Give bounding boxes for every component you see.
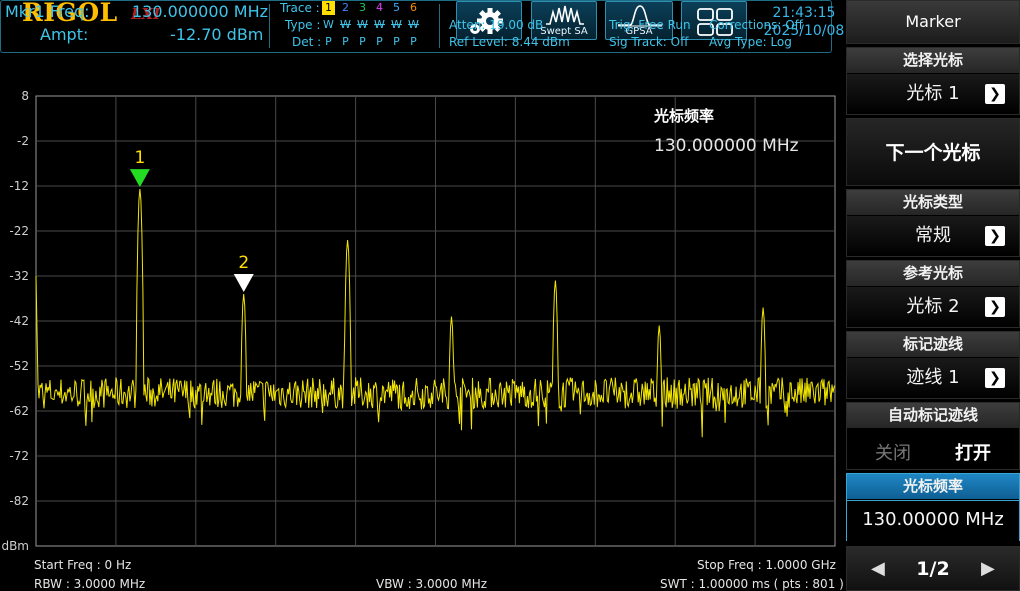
auto-marker-trace-toggle[interactable]: 自动标记迹线 关闭 打开 (846, 402, 1020, 470)
y-tick-label: -82 (9, 494, 29, 508)
marker-1-label: 1 (134, 148, 145, 168)
marker-trace-menu[interactable]: 标记迹线 迹线 1 ❯ (846, 331, 1020, 399)
auto-marker-trace-title: 自动标记迹线 (847, 403, 1019, 428)
y-unit-label: dBm (1, 539, 29, 553)
next-marker-label: 下一个光标 (885, 142, 981, 164)
select-marker-title: 选择光标 (847, 48, 1019, 73)
menu-title: Marker (846, 0, 1020, 44)
trace-5-number: 5 (393, 1, 400, 14)
rbw: RBW : 3.0000 MHz (34, 577, 146, 591)
page-next-icon[interactable]: ▶ (981, 558, 995, 579)
trace-1-detector: P (325, 35, 332, 48)
trace-6-detector: P (410, 35, 417, 48)
marker-ampt-value: -12.70 dBm (170, 25, 264, 44)
marker-type-menu[interactable]: 光标类型 常规 ❯ (846, 189, 1020, 257)
sweep-time: SWT : 1.00000 ms ( pts : 801 ) (660, 577, 844, 591)
marker-2-label: 2 (238, 253, 249, 273)
y-tick-label: -62 (9, 404, 29, 418)
toggle-off-option[interactable]: 关闭 (875, 439, 911, 465)
y-tick-label: 8 (21, 89, 29, 103)
marker-freq-input[interactable]: 130.00000 MHz (847, 500, 1019, 541)
marker-ampt-label: Ampt: (40, 25, 89, 44)
marker-readout-value: 130.000000 MHz (654, 136, 799, 156)
spectrum-plot[interactable]: 8 -2 -12 -22 -32 -42 -52 -62 -72 -82 dBm 1 2 光标频率 130.… (0, 88, 840, 558)
trace-2-type: W (340, 18, 351, 31)
marker-freq-title: 光标频率 (847, 474, 1019, 499)
trace-label: Trace : (280, 1, 320, 15)
spectrum-chart[interactable]: 8 -2 -12 -22 -32 -42 -52 -62 -72 -82 dBm 1 2 光标频率 130.… (0, 88, 840, 558)
det-label: Det : (292, 35, 322, 49)
trace-4-number: 4 (376, 1, 383, 14)
vbw: VBW : 3.0000 MHz (376, 577, 488, 591)
y-tick-label: -2 (17, 134, 29, 148)
y-tick-label: -32 (9, 269, 29, 283)
signal-track: Sig Track: Off (609, 35, 689, 49)
trace-3-number: 3 (359, 1, 366, 14)
next-marker-button[interactable]: 下一个光标 (846, 118, 1020, 186)
y-tick-label: -42 (9, 314, 29, 328)
reference-marker-title: 参考光标 (847, 261, 1019, 286)
toggle-on-option[interactable]: 打开 (955, 439, 991, 465)
trace-6-number: 6 (410, 1, 417, 14)
marker-freq-value: 130.000000 MHz (132, 2, 269, 21)
chevron-right-icon[interactable]: ❯ (985, 297, 1005, 317)
trace-table: 1WP2WP3WP4WP5WP6WP (322, 0, 422, 52)
trace-3-type: W (357, 18, 368, 31)
atten: Atten: 19.00 dB (449, 18, 544, 32)
marker-type-title: 光标类型 (847, 190, 1019, 215)
chevron-right-icon[interactable]: ❯ (985, 226, 1005, 246)
trace-2-detector: P (342, 35, 349, 48)
trigger-mode: Trig: Free Run (609, 18, 691, 32)
corrections: Corrections: Off (709, 18, 803, 32)
chevron-right-icon[interactable]: ❯ (985, 368, 1005, 388)
marker-menu-panel: Marker 选择光标 光标 1 ❯ 下一个光标 光标类型 常规 ❯ 参考光标 … (846, 0, 1020, 591)
y-tick-label: -52 (9, 359, 29, 373)
trace-2-number: 2 (342, 1, 349, 14)
trace-1-type: W (323, 18, 334, 31)
trace-4-detector: P (376, 35, 383, 48)
marker-trace-title: 标记迹线 (847, 332, 1019, 357)
start-freq: Start Freq : 0 Hz (34, 558, 132, 572)
marker-readout-title: 光标频率 (653, 107, 714, 125)
page-nav: ◀ 1/2 ▶ (846, 546, 1020, 591)
select-marker-menu[interactable]: 选择光标 光标 1 ❯ (846, 47, 1020, 115)
y-tick-label: -22 (9, 224, 29, 238)
avg-type: Avg Type: Log (709, 35, 792, 49)
chevron-right-icon[interactable]: ❯ (985, 84, 1005, 104)
marker-freq-label: Mkr1 Freq: (5, 2, 90, 21)
y-tick-label: -72 (9, 449, 29, 463)
stop-freq: Stop Freq : 1.0000 GHz (697, 558, 836, 572)
marker-freq-menu[interactable]: 光标频率 130.00000 MHz (846, 473, 1020, 541)
reference-marker-menu[interactable]: 参考光标 光标 2 ❯ (846, 260, 1020, 328)
trace-1-number: 1 (322, 1, 335, 15)
trace-4-type: W (374, 18, 385, 31)
y-tick-label: -12 (9, 179, 29, 193)
trace-5-detector: P (393, 35, 400, 48)
trace-3-detector: P (359, 35, 366, 48)
ref-level: Ref Level: 8.44 dBm (449, 35, 570, 49)
menu-title-text: Marker (905, 12, 961, 31)
type-label: Type : (285, 18, 321, 32)
trace-6-type: W (408, 18, 419, 31)
trace-5-type: W (391, 18, 402, 31)
